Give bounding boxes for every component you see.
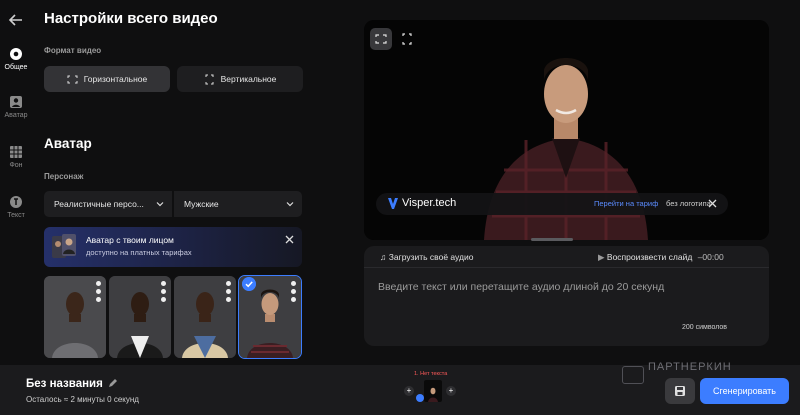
avatar-section-title: Аватар bbox=[44, 136, 92, 151]
chevron-down-icon bbox=[286, 202, 294, 207]
pencil-icon[interactable] bbox=[108, 378, 118, 388]
no-logo-text: без логотипа bbox=[666, 199, 711, 208]
settings-panel: Настройки всего видео Формат видео Гориз… bbox=[32, 0, 312, 365]
brand-name: Visper.tech bbox=[402, 197, 457, 209]
avatar-card[interactable] bbox=[174, 276, 236, 358]
project-title[interactable]: Без названия bbox=[26, 378, 103, 390]
upgrade-link[interactable]: Перейти на тариф bbox=[594, 199, 658, 208]
gear-icon bbox=[10, 48, 22, 60]
logo-bar: Visper.tech Перейти на тариф без логотип… bbox=[376, 193, 728, 215]
upload-audio-label: Загрузить своё аудио bbox=[388, 252, 474, 262]
promo-subtitle: доступно на платных тарифах bbox=[86, 248, 192, 257]
generate-button[interactable]: Сгенерировать bbox=[700, 378, 789, 404]
rail-item-general[interactable]: Общее bbox=[0, 47, 32, 71]
card-tools bbox=[224, 281, 232, 305]
script-input[interactable]: Введите текст или перетащите аудио длино… bbox=[378, 281, 664, 293]
watermark-logo-icon bbox=[622, 366, 644, 384]
slide-label: 1. Нет текста bbox=[414, 371, 448, 377]
horizontal-frame-icon bbox=[67, 75, 78, 83]
card-tools bbox=[289, 281, 297, 305]
save-button[interactable] bbox=[665, 378, 695, 404]
close-icon[interactable] bbox=[285, 235, 294, 244]
avatar-icon bbox=[10, 96, 22, 108]
vertical-frame-icon bbox=[402, 33, 412, 45]
rail-item-label: Текст bbox=[7, 212, 25, 219]
play-slide-button[interactable]: ▶ Воспроизвести слайд –00:00 bbox=[598, 252, 724, 263]
rail-item-label: Общее bbox=[4, 64, 28, 71]
time-remaining: Осталось ≈ 2 минуты 0 секунд bbox=[26, 395, 139, 404]
gender-value: Мужские bbox=[184, 199, 219, 209]
script-toolbar: ♫ Загрузить своё аудио ▶ Воспроизвести с… bbox=[364, 246, 769, 268]
upload-audio-button[interactable]: ♫ Загрузить своё аудио bbox=[380, 252, 473, 262]
resize-handle[interactable] bbox=[531, 238, 573, 241]
vertical-format-toggle[interactable] bbox=[396, 28, 418, 50]
format-horizontal-label: Горизонтальное bbox=[83, 74, 148, 84]
rail-item-text[interactable]: Текст bbox=[0, 195, 32, 219]
format-horizontal-button[interactable]: Горизонтальное bbox=[44, 66, 170, 92]
vertical-frame-icon bbox=[205, 74, 214, 84]
play-time: –00:00 bbox=[697, 252, 724, 262]
card-tools bbox=[159, 281, 167, 305]
format-label: Формат видео bbox=[44, 46, 102, 55]
script-editor: ♫ Загрузить своё аудио ▶ Воспроизвести с… bbox=[364, 246, 769, 346]
gender-select[interactable]: Мужские bbox=[174, 191, 302, 217]
character-label: Персонаж bbox=[44, 172, 84, 181]
back-arrow-icon[interactable] bbox=[8, 12, 24, 28]
close-icon[interactable] bbox=[708, 199, 717, 208]
selected-check-icon bbox=[242, 277, 256, 291]
format-vertical-label: Вертикальное bbox=[220, 74, 277, 84]
left-rail: Общее Аватар Фон Текст bbox=[0, 0, 32, 365]
play-icon: ▶ bbox=[598, 252, 607, 262]
slide-thumbnail-image bbox=[424, 380, 442, 402]
chevron-down-icon bbox=[156, 202, 164, 207]
slide-thumbnail[interactable] bbox=[424, 380, 442, 402]
promo-title: Аватар с твоим лицом bbox=[86, 235, 174, 245]
horizontal-frame-icon bbox=[375, 34, 387, 44]
watermark-text: ПАРТНЕРКИН bbox=[648, 361, 732, 373]
avatar-card[interactable] bbox=[109, 276, 171, 358]
character-count: 200 символов bbox=[681, 324, 727, 331]
rail-item-label: Фон bbox=[9, 162, 23, 169]
format-vertical-button[interactable]: Вертикальное bbox=[177, 66, 303, 92]
avatar-promo-image bbox=[52, 234, 76, 258]
avatar-card[interactable] bbox=[44, 276, 106, 358]
save-icon bbox=[675, 386, 685, 396]
music-note-icon: ♫ bbox=[380, 252, 389, 262]
custom-avatar-promo[interactable]: Аватар с твоим лицом доступно на платных… bbox=[44, 227, 302, 267]
video-preview: Visper.tech Перейти на тариф без логотип… bbox=[364, 20, 769, 240]
rail-item-background[interactable]: Фон bbox=[0, 145, 32, 169]
page-title: Настройки всего видео bbox=[44, 10, 218, 27]
slide-check-icon bbox=[416, 394, 424, 402]
card-tools bbox=[94, 281, 102, 305]
horizontal-format-toggle[interactable] bbox=[370, 28, 392, 50]
background-icon bbox=[10, 146, 22, 158]
rail-item-label: Аватар bbox=[4, 112, 28, 119]
add-slide-after-button[interactable]: + bbox=[446, 386, 456, 396]
character-type-select[interactable]: Реалистичные персо... bbox=[44, 191, 172, 217]
text-icon bbox=[10, 196, 22, 208]
character-type-value: Реалистичные персо... bbox=[54, 199, 144, 209]
rail-item-avatar[interactable]: Аватар bbox=[0, 95, 32, 119]
visper-logo-icon bbox=[388, 198, 398, 209]
add-slide-before-button[interactable]: + bbox=[404, 386, 414, 396]
play-slide-label: Воспроизвести слайд bbox=[606, 252, 693, 262]
